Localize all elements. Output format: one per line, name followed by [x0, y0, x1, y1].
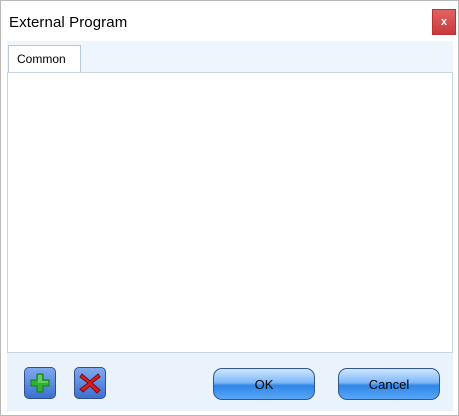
add-button[interactable]	[24, 367, 56, 399]
tab-strip: Common	[7, 41, 453, 73]
close-icon: x	[440, 16, 448, 28]
red-x-icon	[79, 373, 101, 394]
tab-common[interactable]: Common	[8, 45, 81, 72]
close-button[interactable]: x	[432, 9, 456, 35]
dialog-footer: OK Cancel	[7, 352, 453, 411]
external-program-dialog: External Program x Common OK Cancel	[0, 0, 459, 416]
remove-button[interactable]	[74, 367, 106, 399]
cancel-button[interactable]: Cancel	[338, 368, 440, 400]
tab-content-area	[7, 73, 453, 352]
plus-icon	[30, 373, 50, 393]
tab-label: Common	[17, 52, 66, 66]
title-bar: External Program x	[1, 1, 458, 41]
ok-button[interactable]: OK	[213, 368, 315, 400]
dialog-title: External Program	[9, 14, 128, 31]
